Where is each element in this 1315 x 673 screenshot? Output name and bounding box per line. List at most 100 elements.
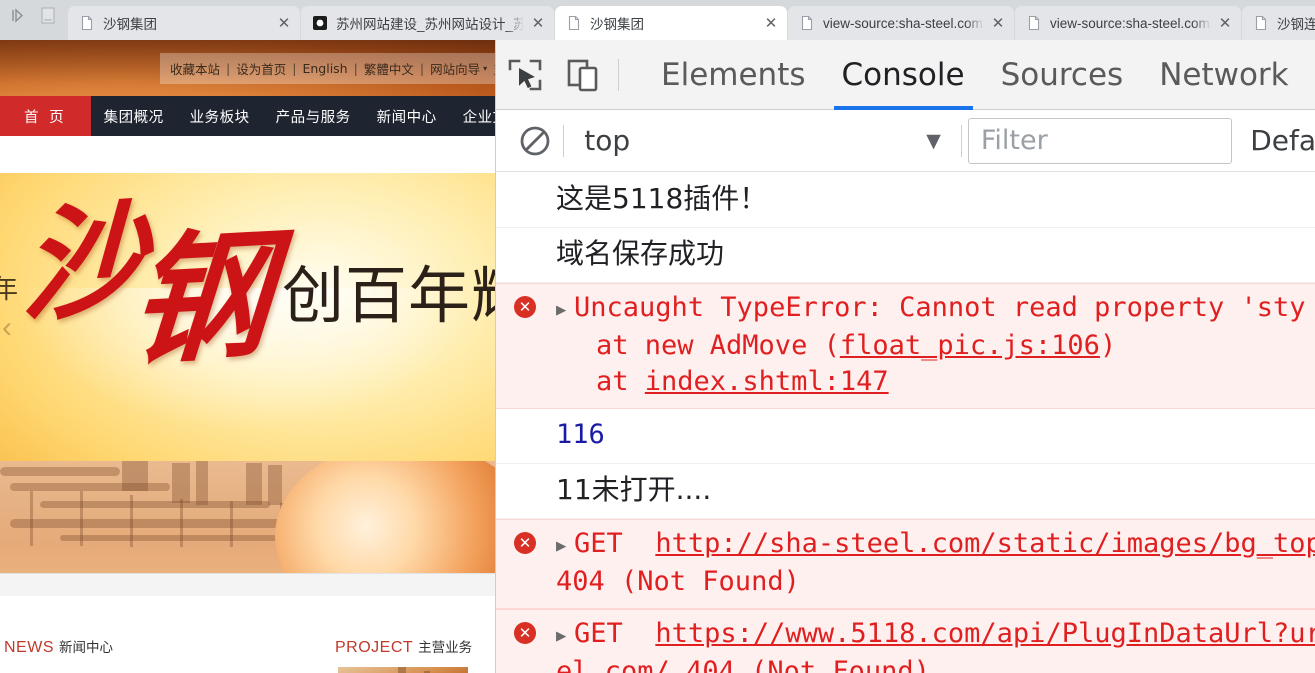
source-link[interactable]: float_pic.js:106 — [840, 330, 1100, 361]
carousel-prev-icon[interactable]: ‹ — [2, 313, 12, 343]
browser-tab[interactable]: view-source:sha-steel.com/ind ✕ — [1015, 6, 1241, 40]
hero-calligraphy-sha: 沙 — [19, 185, 147, 339]
page-icon — [566, 15, 582, 31]
stack-frame-prefix: at new AdMove ( — [596, 330, 840, 361]
bookmark-sidebar-icon[interactable] — [41, 7, 55, 29]
stack-frame: at new AdMove (float_pic.js:106) — [556, 328, 1315, 364]
browser-tab-title: 沙钢集团 — [590, 17, 644, 32]
tab-sources[interactable]: Sources — [983, 40, 1142, 110]
browser-tab-title: 苏州网站建设_苏州网站设计_苏州 — [336, 17, 524, 32]
utility-link-homepage[interactable]: 设为首页 — [236, 59, 286, 78]
project-heading-en: PROJECT — [335, 639, 414, 656]
console-message-network-error[interactable]: ✕ ▶ GET http://sha-steel.com/static/image… — [496, 519, 1315, 609]
utility-link-english[interactable]: English — [302, 61, 347, 76]
request-url-link[interactable]: http://sha-steel.com/static/images/bg_to… — [655, 528, 1315, 559]
console-message-network-error[interactable]: ✕ ▶ GET https://www.5118.com/api/PlugInDa… — [496, 609, 1315, 673]
close-icon[interactable]: ✕ — [528, 13, 548, 33]
hero-factory-photo — [0, 461, 495, 573]
console-message-log[interactable]: 11未打开.... — [496, 464, 1315, 519]
expand-toggle-icon[interactable]: ▶ — [556, 528, 574, 564]
nav-item-products[interactable]: 产品与服务 — [263, 96, 364, 136]
http-status: 404 (Not Found) — [686, 656, 930, 673]
chevron-down-icon[interactable]: ▾ — [483, 64, 487, 73]
browser-tab[interactable]: view-source:sha-steel.com/ind ✕ — [788, 6, 1014, 40]
devtools-toolbar: Elements Console Sources Network — [496, 40, 1315, 110]
console-message-text: 这是5118插件！ — [556, 182, 768, 215]
divider: | — [292, 61, 297, 76]
project-heading-cn: 主营业务 — [418, 640, 473, 655]
console-message-error[interactable]: ✕ ▶ Uncaught TypeError: Cannot read prope… — [496, 283, 1315, 409]
webpage-viewport: 收藏本站 | 设为首页 | English | 繁體中文 | 网站向导 ▾ 支 … — [0, 40, 495, 673]
divider — [563, 124, 565, 157]
browser-tab-title: 沙钢连续十年荣登世 — [1277, 17, 1315, 32]
request-url-link[interactable]: https://www.5118.com/api/PlugInDataUrl?u… — [655, 618, 1315, 649]
nav-item-business[interactable]: 业务板块 — [177, 96, 263, 136]
expand-toggle-icon[interactable]: ▶ — [556, 618, 574, 654]
stack-frame-suffix: ) — [1099, 330, 1117, 361]
console-message-log[interactable]: 域名保存成功 — [496, 228, 1315, 283]
console-message-text: 11未打开.... — [556, 473, 712, 506]
hero-calligraphy-gang: 钢 — [124, 212, 276, 386]
browser-tab-title: 沙钢集团 — [103, 17, 157, 32]
browser-tab[interactable]: 苏州网站建设_苏州网站设计_苏州 ✕ — [301, 6, 554, 40]
divider: | — [419, 61, 425, 76]
utility-link-favorite[interactable]: 收藏本站 — [170, 59, 220, 78]
http-method: GET — [574, 618, 623, 649]
project-thumbnail[interactable] — [338, 667, 468, 673]
stack-frame-prefix: at — [596, 366, 645, 397]
tab-console[interactable]: Console — [824, 40, 983, 110]
error-icon: ✕ — [514, 296, 536, 318]
page-icon — [1026, 15, 1042, 31]
close-icon[interactable]: ✕ — [988, 13, 1008, 33]
hero-section: 收藏本站 | 设为首页 | English | 繁體中文 | 网站向导 ▾ 支 … — [0, 40, 495, 573]
divider — [960, 124, 962, 157]
utility-link-traditional[interactable]: 繁體中文 — [364, 59, 414, 78]
console-context-selector[interactable]: top ▼ — [570, 119, 955, 163]
clear-console-icon[interactable] — [512, 123, 557, 159]
expand-toggle-icon[interactable]: ▶ — [556, 292, 574, 328]
browser-tab[interactable]: 沙钢连续十年荣登世 — [1242, 6, 1315, 40]
console-filter-bar: top ▼ Filter Defa — [496, 110, 1315, 172]
device-toolbar-icon[interactable] — [554, 40, 612, 110]
news-section-heading: NEWS 新闻中心 — [4, 636, 113, 657]
console-message-text: 116 — [556, 419, 605, 450]
browser-tab-title: view-source:sha-steel.com/ind — [823, 15, 984, 31]
browser-tab-strip: 沙钢集团 ✕ 苏州网站建设_苏州网站设计_苏州 ✕ 沙钢集团 ✕ view-so… — [0, 0, 1315, 40]
console-message-text: 域名保存成功 — [556, 237, 725, 270]
close-icon[interactable]: ✕ — [1215, 13, 1235, 33]
hero-slogan: 创百年辉煌 — [282, 259, 495, 332]
nav-item-news[interactable]: 新闻中心 — [364, 96, 450, 136]
source-link[interactable]: index.shtml:147 — [645, 366, 889, 397]
browser-tab-title: view-source:sha-steel.com/ind — [1050, 15, 1211, 31]
console-message-list[interactable]: 这是5118插件！ 域名保存成功 ✕ ▶ Uncaught TypeError: … — [496, 173, 1315, 673]
tab-elements[interactable]: Elements — [643, 40, 824, 110]
hero-sub-text: 年 — [0, 275, 19, 305]
browser-tab[interactable]: 沙钢集团 ✕ — [68, 6, 300, 40]
divider: | — [353, 61, 358, 76]
nav-item-culture[interactable]: 企业文化 — [450, 96, 495, 136]
page-icon — [1253, 15, 1269, 31]
nav-item-group-overview[interactable]: 集团概况 — [91, 96, 177, 136]
console-message-log[interactable]: 这是5118插件！ — [496, 173, 1315, 228]
console-level-selector[interactable]: Defa — [1250, 124, 1315, 157]
inspect-element-icon[interactable] — [496, 40, 554, 110]
utility-link-sitemap[interactable]: 网站向导 — [430, 59, 480, 78]
browser-tab-active[interactable]: 沙钢集团 ✕ — [555, 6, 787, 40]
main-navigation: 首 页 集团概况 业务板块 产品与服务 新闻中心 企业文化 — [0, 96, 495, 136]
request-url-link-continued[interactable]: el.com/ — [556, 656, 670, 673]
nav-item-home[interactable]: 首 页 — [0, 96, 91, 136]
console-filter-input[interactable]: Filter — [967, 117, 1233, 164]
sun-glow — [275, 461, 495, 573]
tabstrip-left-controls — [0, 0, 68, 40]
devtools-panel: Elements Console Sources Network top ▼ F… — [495, 40, 1315, 673]
close-icon[interactable]: ✕ — [761, 13, 781, 33]
history-back-icon[interactable] — [11, 8, 26, 28]
close-icon[interactable]: ✕ — [274, 13, 294, 33]
console-message-number[interactable]: 116 — [496, 409, 1315, 464]
hero-banner: ‹ 年 沙 钢 创百年辉煌 — [0, 173, 495, 461]
tab-network[interactable]: Network — [1141, 40, 1306, 110]
error-icon: ✕ — [514, 532, 536, 554]
news-heading-en: NEWS — [4, 639, 54, 656]
project-section-heading: PROJECT 主营业务 — [335, 636, 472, 657]
page-icon — [79, 15, 95, 31]
